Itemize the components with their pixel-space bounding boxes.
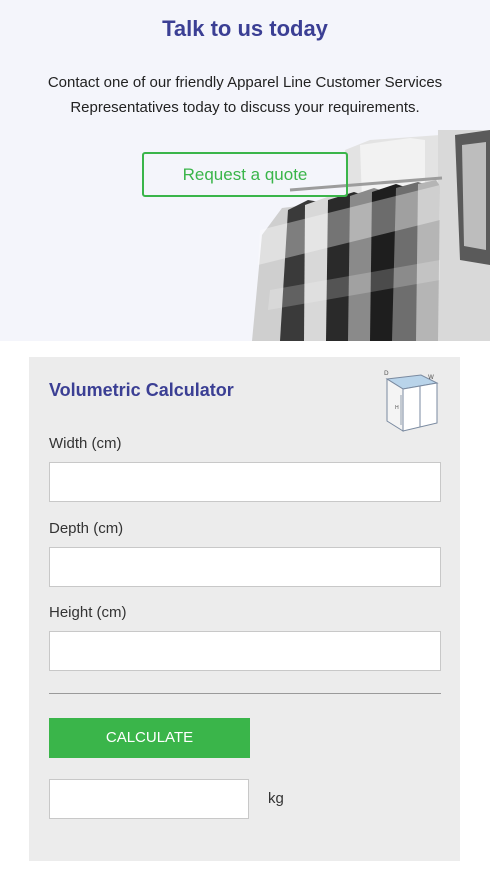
hero-title: Talk to us today: [162, 16, 328, 41]
calculator-title: Volumetric Calculator: [49, 380, 234, 400]
height-label: H: [395, 405, 399, 411]
width-label: W: [428, 374, 434, 381]
divider: [49, 693, 441, 694]
height-label-text: Height (cm): [49, 604, 127, 621]
hero-section: Talk to us today Contact one of our frie…: [0, 0, 490, 341]
depth-input[interactable]: [49, 547, 441, 587]
calculate-button[interactable]: CALCULATE: [49, 718, 250, 758]
hero-description: Contact one of our friendly Apparel Line…: [47, 74, 443, 116]
depth-label-text: Depth (cm): [49, 520, 124, 537]
width-label-text: Width (cm): [49, 435, 122, 452]
request-quote-button[interactable]: Request a quote: [142, 152, 348, 197]
result-unit: kg: [268, 790, 284, 807]
volumetric-calculator: Volumetric Calculator D W H Width (cm) D…: [29, 357, 460, 861]
depth-label: D: [384, 370, 389, 377]
height-input[interactable]: [49, 631, 441, 671]
result-output[interactable]: [49, 779, 249, 819]
width-input[interactable]: [49, 462, 441, 502]
box-dimensions-icon: D W H: [384, 370, 439, 432]
